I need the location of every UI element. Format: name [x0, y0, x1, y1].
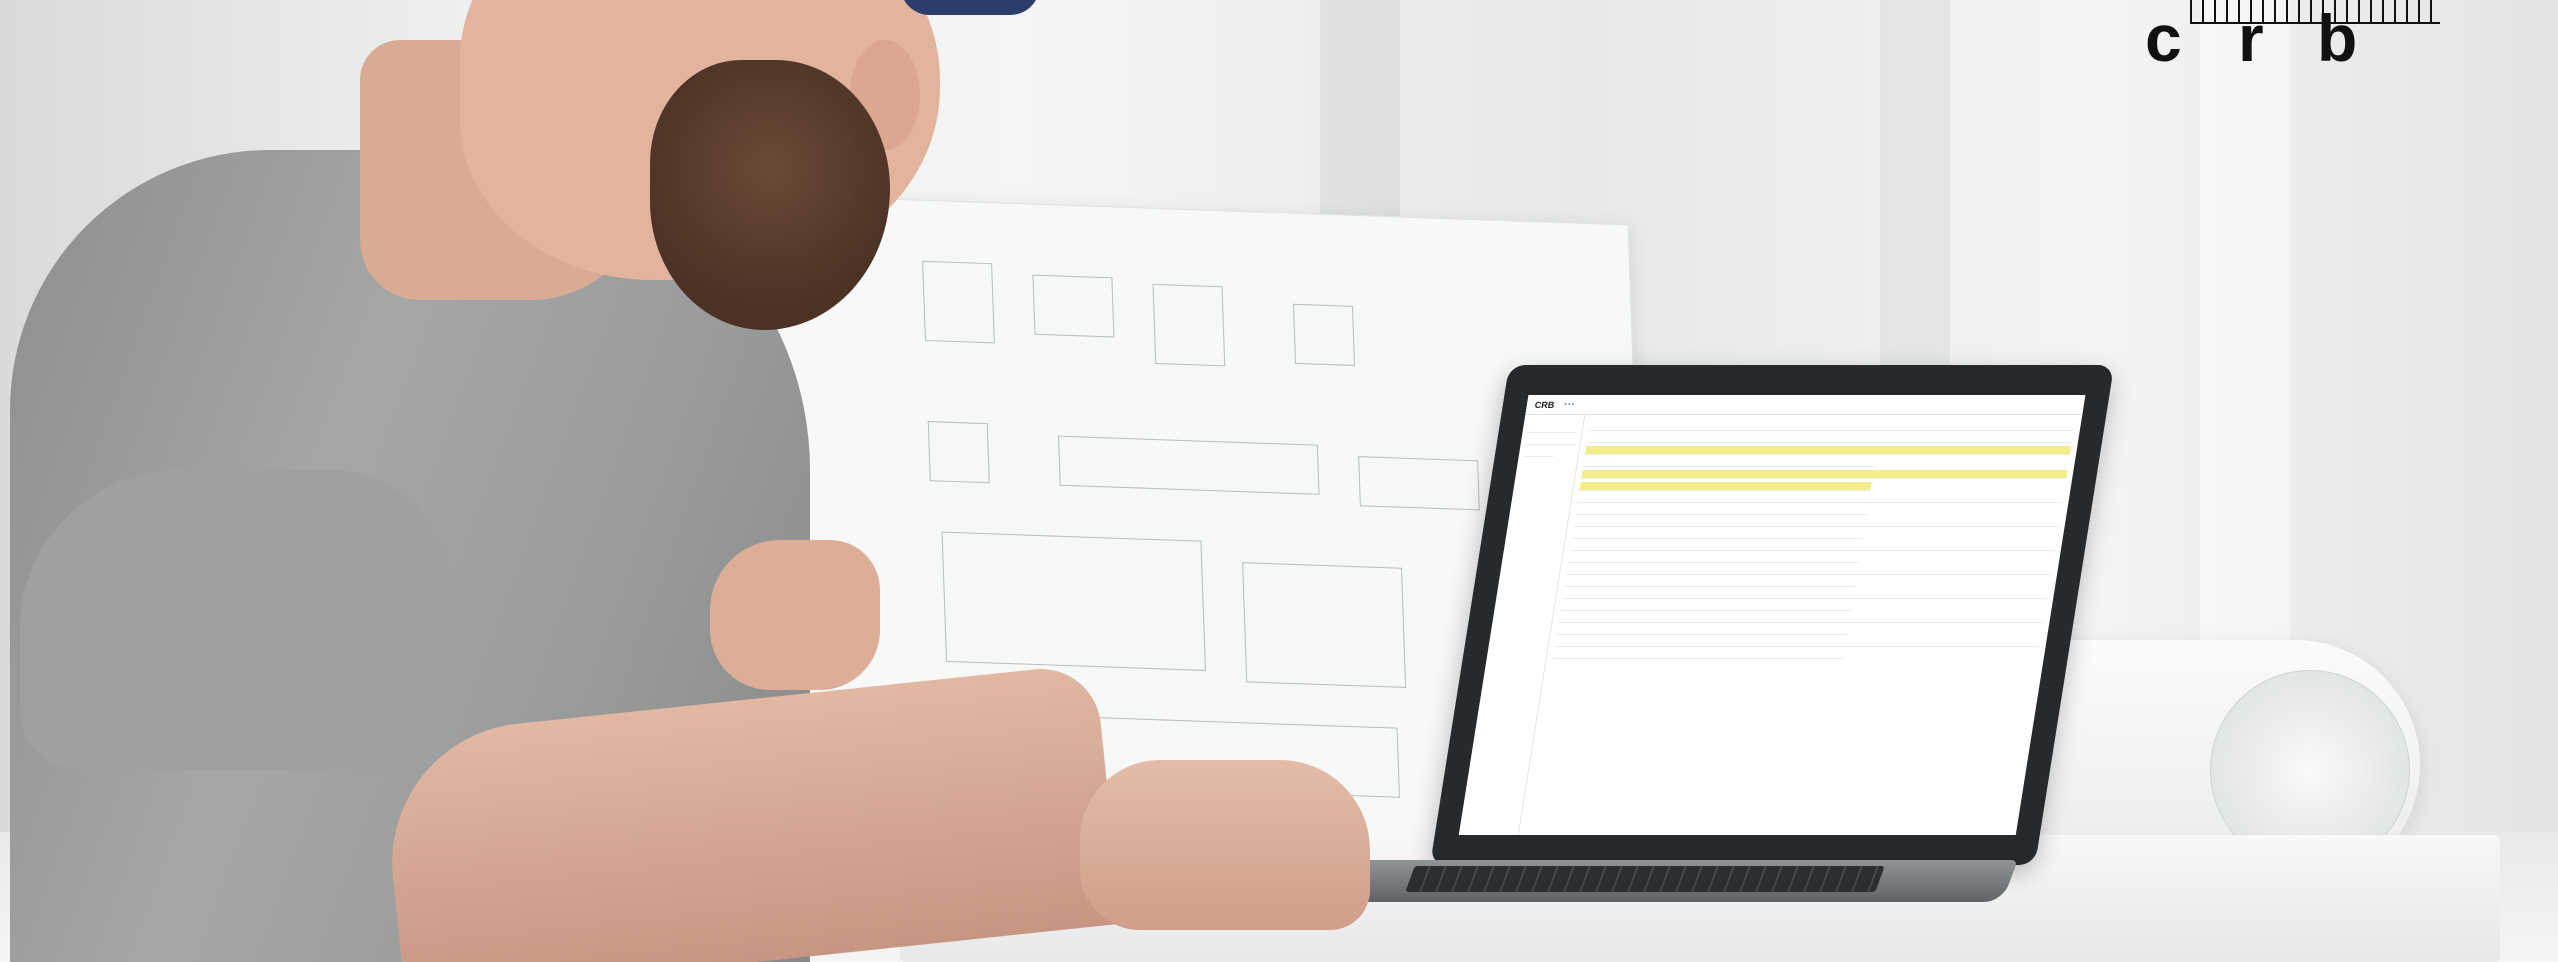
app-nav-link: ▪ ▪ ▪ [1563, 401, 1575, 408]
logo-letter-r: r [2238, 1, 2264, 75]
app-main-content [1519, 415, 2083, 835]
person-sleeve [20, 470, 450, 770]
logo-ruler-ticks [2190, 0, 2440, 24]
app-logo: CRB [1534, 399, 1556, 410]
crb-logo: c r b [2145, 0, 2445, 75]
person-left-hand [710, 540, 880, 690]
photo-scene: CRB ▪ ▪ ▪ c r b [0, 0, 2558, 962]
person-cap [900, 0, 1040, 15]
person-right-hand [1080, 760, 1370, 930]
laptop-display: CRB ▪ ▪ ▪ [1458, 395, 2086, 835]
laptop-screen: CRB ▪ ▪ ▪ [1430, 365, 2115, 865]
logo-letter-b: b [2317, 1, 2358, 75]
app-header: CRB ▪ ▪ ▪ [1525, 395, 2086, 415]
logo-letter-c: c [2145, 1, 2182, 75]
app-body [1458, 415, 2083, 835]
laptop-keyboard [1405, 866, 1885, 892]
